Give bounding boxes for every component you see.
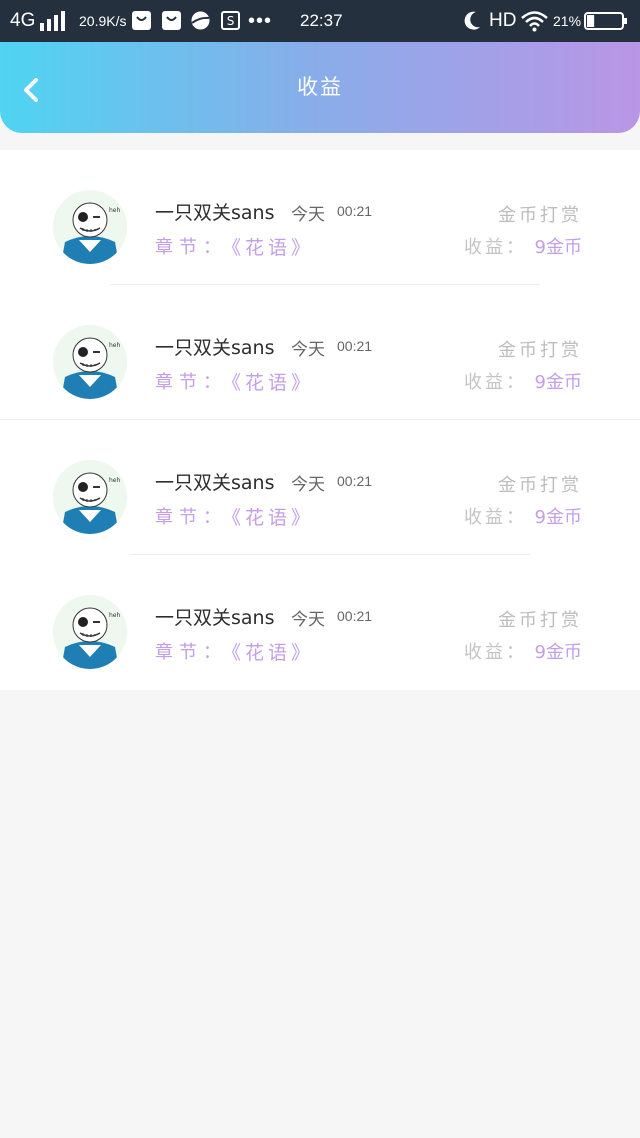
record-date: 今天: [291, 205, 325, 225]
avatar[interactable]: heh: [53, 595, 127, 669]
record-time: 00:21: [337, 473, 373, 489]
chapter-title: 《花语》: [222, 372, 315, 394]
record-date: 今天: [291, 610, 325, 630]
s-app-icon: S: [221, 11, 240, 30]
income-amount: 9金币: [534, 372, 582, 393]
income-record[interactable]: heh 一只双关sans 今天 00:21 章节： 《花语》 金币打赏 收益： …: [0, 420, 640, 555]
record-time: 00:21: [337, 203, 373, 219]
svg-text:heh: heh: [109, 207, 120, 214]
chapter-title: 《花语》: [222, 237, 315, 259]
shopping-bag-icon: [162, 11, 181, 30]
status-bar: 4G 20.9K/s S ••• 22:37 HD 21%: [0, 0, 640, 42]
record-date: 今天: [291, 475, 325, 495]
shopping-bag-icon: [132, 11, 151, 30]
chapter-label: 章节：: [155, 237, 227, 258]
wifi-icon: [521, 11, 548, 32]
avatar[interactable]: heh: [53, 325, 127, 399]
income-record[interactable]: heh 一只双关sans 今天 00:21 章节： 《花语》 金币打赏 收益： …: [0, 150, 640, 285]
page-title: 收益: [297, 75, 343, 99]
income-amount: 9金币: [534, 237, 582, 258]
battery-icon: [584, 12, 627, 30]
user-name: 一只双关sans: [155, 337, 275, 359]
battery-percent: 21%: [553, 13, 582, 29]
moon-icon: [464, 11, 480, 30]
avatar[interactable]: heh: [53, 460, 127, 534]
svg-text:heh: heh: [109, 612, 120, 619]
network-speed: 20.9K/s: [79, 13, 127, 29]
income-record-list: heh 一只双关sans 今天 00:21 章节： 《花语》 金币打赏 收益： …: [0, 150, 640, 690]
chapter-label: 章节：: [155, 372, 227, 393]
chapter-title: 《花语》: [222, 642, 315, 664]
avatar[interactable]: heh: [53, 190, 127, 264]
user-name: 一只双关sans: [155, 472, 275, 494]
svg-text:heh: heh: [109, 477, 120, 484]
svg-text:heh: heh: [109, 342, 120, 349]
more-notifications: •••: [248, 10, 273, 32]
hd-indicator: HD: [489, 10, 517, 31]
skeleton-avatar-image: heh: [53, 325, 127, 399]
clock: 22:37: [300, 11, 343, 30]
income-amount: 9金币: [534, 642, 582, 663]
income-label: 收益：: [464, 642, 527, 663]
income-type: 金币打赏: [498, 205, 582, 226]
chapter-title: 《花语》: [222, 507, 315, 529]
income-label: 收益：: [464, 372, 527, 393]
skeleton-avatar-image: heh: [53, 595, 127, 669]
network-type: 4G: [10, 10, 36, 31]
income-amount: 9金币: [534, 507, 582, 528]
skeleton-avatar-image: heh: [53, 190, 127, 264]
income-label: 收益：: [464, 237, 527, 258]
svg-text:S: S: [227, 14, 235, 28]
income-record[interactable]: heh 一只双关sans 今天 00:21 章节： 《花语》 金币打赏 收益： …: [0, 555, 640, 690]
signal-icon: [40, 11, 65, 31]
app-header: 收益: [0, 42, 640, 133]
skeleton-avatar-image: heh: [53, 460, 127, 534]
chapter-label: 章节：: [155, 507, 227, 528]
chapter-label: 章节：: [155, 642, 227, 663]
user-name: 一只双关sans: [155, 202, 275, 224]
record-date: 今天: [291, 340, 325, 360]
income-type: 金币打赏: [498, 610, 582, 631]
planet-icon: [191, 11, 210, 30]
record-time: 00:21: [337, 608, 373, 624]
record-time: 00:21: [337, 338, 373, 354]
income-type: 金币打赏: [498, 340, 582, 361]
income-type: 金币打赏: [498, 475, 582, 496]
user-name: 一只双关sans: [155, 607, 275, 629]
income-record[interactable]: heh 一只双关sans 今天 00:21 章节： 《花语》 金币打赏 收益： …: [0, 285, 640, 420]
income-label: 收益：: [464, 507, 527, 528]
